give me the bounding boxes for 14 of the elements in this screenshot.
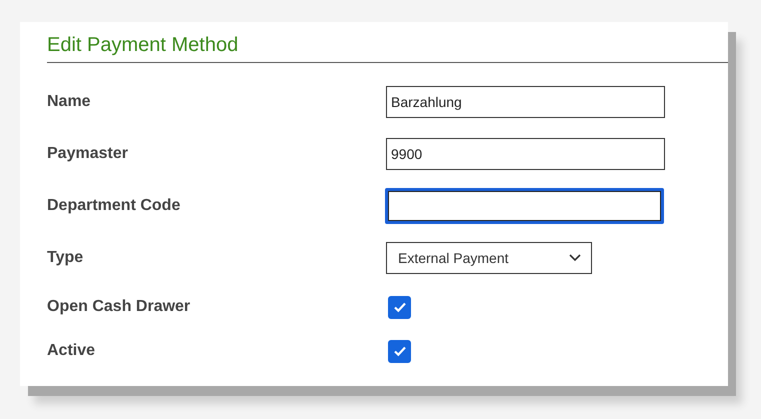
field-label: Name xyxy=(47,93,92,111)
checkbox[interactable] xyxy=(388,296,411,318)
chevron-down-icon xyxy=(569,254,581,262)
input-field[interactable]: Barzahlung xyxy=(386,86,665,118)
input-field[interactable]: 9900 xyxy=(386,138,665,170)
checkbox[interactable] xyxy=(388,340,411,362)
field-label: Open Cash Drawer xyxy=(47,298,192,316)
type-dropdown[interactable]: External Payment xyxy=(386,242,592,274)
field-label: Type xyxy=(47,249,84,267)
panel-title: Edit Payment Method xyxy=(47,34,728,63)
field-label: Department Code xyxy=(47,197,182,215)
field-label: Paymaster xyxy=(47,145,129,163)
input-field[interactable] xyxy=(385,188,664,224)
field-label: Active xyxy=(47,342,96,360)
